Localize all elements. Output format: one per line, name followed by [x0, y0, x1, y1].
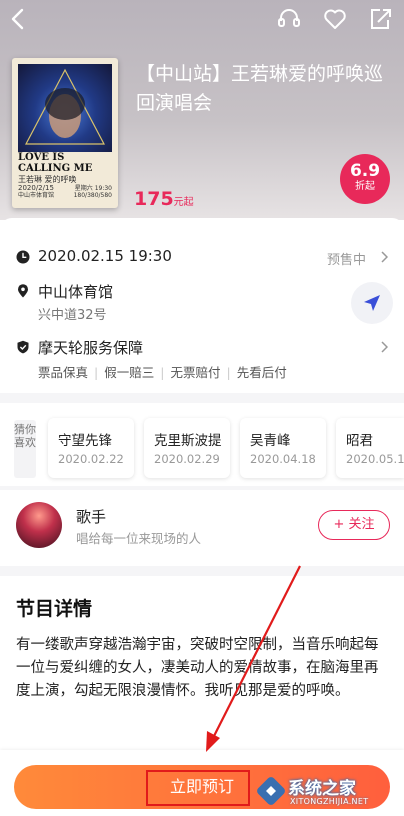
- guarantee-list: 票品保真 | 假一赔三 | 无票赔付 | 先看后付: [38, 362, 287, 381]
- venue-address: 兴中道32号: [38, 308, 107, 323]
- poster-date: 2020/2/15: [18, 184, 54, 192]
- recommend-label: 猜你喜欢: [14, 420, 36, 478]
- watermark-title: 系统之家: [288, 779, 356, 799]
- guarantee-separator: |: [160, 365, 165, 380]
- discount-unit: 折起: [355, 181, 375, 192]
- event-datetime: 2020.02.15 19:30: [38, 247, 172, 265]
- navigation-button[interactable]: [351, 282, 393, 324]
- poster-weekday-time: 星期六 19:30: [74, 185, 112, 192]
- poster-venue: 中山市体育馆: [18, 192, 55, 199]
- favorite-heart-icon[interactable]: [322, 6, 348, 32]
- venue-row[interactable]: 中山体育馆 兴中道32号: [16, 281, 336, 325]
- price: 175元起: [134, 188, 194, 210]
- book-now-label: 立即预订: [169, 777, 234, 796]
- event-title: 【中山站】王若琳爱的呼唤巡回演唱会: [136, 63, 384, 114]
- poster-artist: 王若琳: [18, 175, 42, 184]
- poster-prices: 180/380/580: [73, 192, 112, 199]
- share-icon[interactable]: [368, 6, 394, 32]
- section-divider: [0, 393, 404, 403]
- chevron-right-icon: [381, 251, 388, 263]
- recommend-card[interactable]: 守望先锋 2020.02.22: [48, 418, 134, 478]
- artist-name[interactable]: 歌手: [76, 506, 106, 527]
- follow-button[interactable]: + 关注: [318, 510, 390, 540]
- guarantee-separator: |: [94, 365, 99, 380]
- top-bar: [0, 0, 404, 40]
- recommend-card[interactable]: 吴青峰 2020.04.18: [240, 418, 326, 478]
- artist-description: 唱给每一位来现场的人: [76, 531, 202, 546]
- chevron-right-icon: [381, 341, 388, 353]
- recommend-card[interactable]: 昭君 2020.05.15: [336, 418, 404, 478]
- guarantee-item: 票品保真: [38, 365, 89, 380]
- datetime-row[interactable]: 2020.02.15 19:30 预售中: [16, 247, 390, 268]
- navigate-arrow-icon: [364, 295, 380, 311]
- location-pin-icon: [18, 284, 28, 298]
- watermark-logo-icon: [257, 777, 285, 805]
- recommend-card[interactable]: 克里斯波提 2020.02.29: [144, 418, 230, 478]
- recommend-name: 守望先锋: [58, 433, 112, 449]
- watermark-url: XITONGZHIJIA.NET: [290, 797, 369, 806]
- guarantee-item: 先看后付: [236, 365, 287, 380]
- recommend-name: 吴青峰: [250, 433, 291, 449]
- poster-subtitle: 爱的呼唤: [44, 175, 77, 184]
- price-value: 175: [134, 188, 174, 210]
- discount-badge: 6.9 折起: [340, 154, 390, 204]
- guarantee-separator: |: [226, 365, 231, 380]
- shield-check-icon: [17, 340, 29, 354]
- details-title: 节目详情: [16, 598, 93, 620]
- back-icon[interactable]: [6, 6, 32, 32]
- watermark: 系统之家 XITONGZHIJIA.NET: [256, 772, 402, 812]
- section-divider: [0, 486, 404, 490]
- recommend-name: 克里斯波提: [154, 433, 222, 449]
- recommend-date: 2020.02.22: [58, 452, 124, 466]
- discount-value: 6.9: [349, 161, 381, 181]
- poster-artwork: [18, 64, 112, 152]
- guarantee-item: 无票赔付: [170, 365, 221, 380]
- sale-status: 预售中: [326, 253, 366, 268]
- clock-icon: [16, 250, 30, 264]
- recommend-date: 2020.04.18: [250, 452, 316, 466]
- service-guarantee-row[interactable]: 摩天轮服务保障: [16, 337, 390, 357]
- recommend-name: 昭君: [346, 433, 373, 449]
- service-title: 摩天轮服务保障: [38, 339, 144, 357]
- poster-caption: LOVE IS CALLING ME 王若琳 爱的呼唤 2020/2/15 星期…: [18, 152, 112, 199]
- venue-name: 中山体育馆: [38, 283, 114, 301]
- guarantee-item: 假一赔三: [104, 365, 155, 380]
- customer-service-icon[interactable]: [276, 6, 302, 32]
- poster-line1: LOVE IS: [18, 152, 65, 163]
- section-divider: [0, 566, 404, 576]
- details-body: 有一缕歌声穿越浩瀚宇宙，突破时空限制，当音乐响起每一位与爱纠缠的女人，凄美动人的…: [16, 637, 379, 699]
- event-poster[interactable]: LOVE IS CALLING ME 王若琳 爱的呼唤 2020/2/15 星期…: [12, 58, 118, 208]
- artist-avatar[interactable]: [16, 502, 62, 548]
- recommend-date: 2020.02.29: [154, 452, 220, 466]
- recommend-date: 2020.05.15: [346, 452, 404, 466]
- price-unit: 元起: [173, 197, 194, 208]
- poster-line2: CALLING ME: [18, 163, 93, 174]
